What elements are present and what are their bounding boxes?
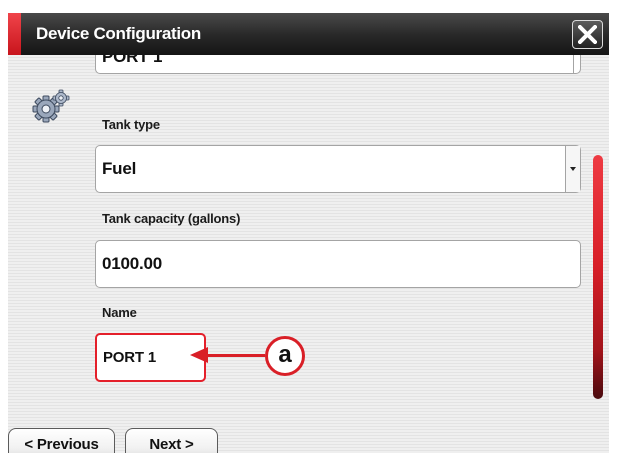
previous-button[interactable]: < Previous — [8, 428, 115, 453]
settings-list[interactable]: PORT 1 Tank type Fuel Tank capacity (gal… — [94, 55, 597, 397]
close-button[interactable] — [572, 20, 603, 49]
instance-field-divider — [572, 55, 574, 73]
tank-capacity-input[interactable]: 0100.00 — [95, 240, 581, 288]
device-configuration-dialog: Device Configuration PORT 1 Tank type Fu… — [8, 13, 609, 453]
chevron-down-icon[interactable] — [565, 146, 580, 192]
name-value: PORT 1 — [103, 349, 156, 366]
instance-field[interactable]: PORT 1 — [95, 55, 581, 74]
gear-icon — [32, 89, 70, 123]
dialog-title: Device Configuration — [36, 24, 201, 43]
callout-line — [205, 354, 265, 357]
title-accent — [8, 13, 21, 55]
tank-capacity-value: 0100.00 — [102, 254, 163, 273]
title-bar: Device Configuration — [8, 13, 609, 55]
instance-value: PORT 1 — [102, 55, 163, 66]
tank-type-label: Tank type — [102, 117, 160, 132]
next-button[interactable]: Next > — [125, 428, 218, 453]
name-label: Name — [102, 305, 137, 320]
callout-label: a — [265, 336, 305, 376]
callout-arrow-icon — [190, 347, 208, 363]
tank-type-dropdown[interactable]: Fuel — [95, 145, 581, 193]
tank-capacity-label: Tank capacity (gallons) — [102, 211, 241, 226]
close-icon — [578, 25, 597, 44]
scrollbar-thumb[interactable] — [593, 155, 603, 399]
tank-type-value: Fuel — [102, 159, 137, 178]
